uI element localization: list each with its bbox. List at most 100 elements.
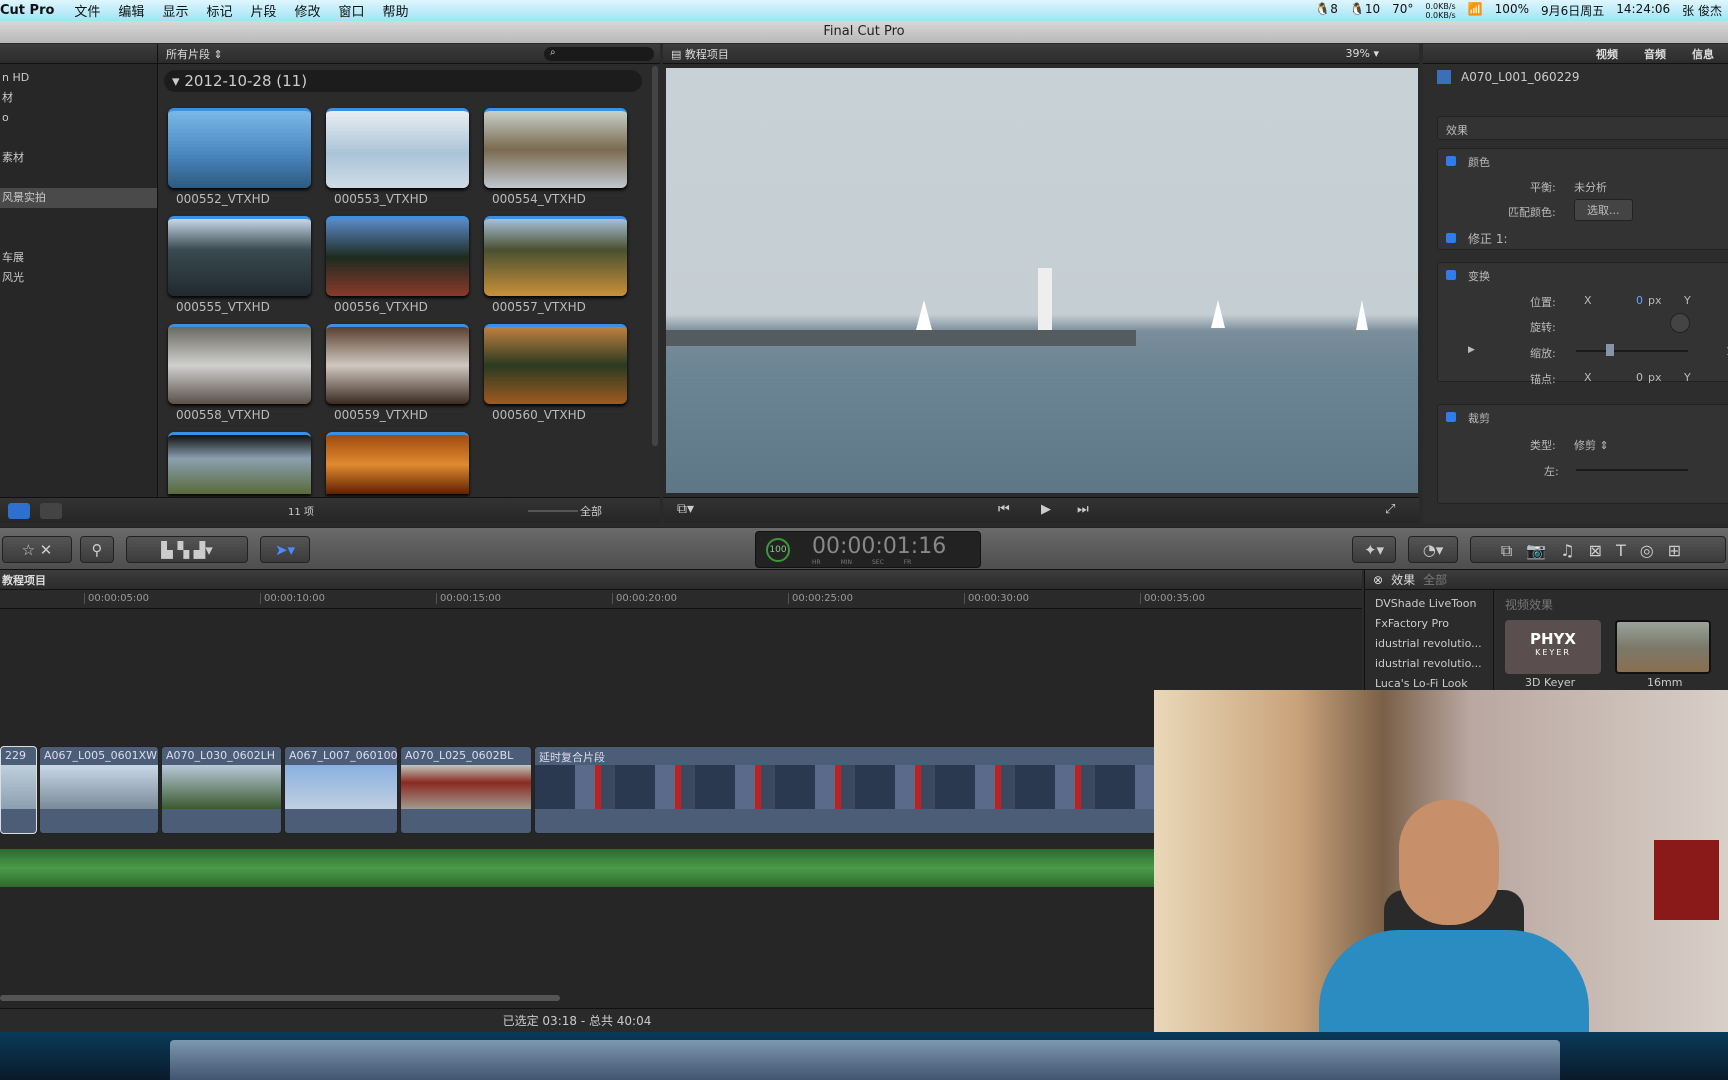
timeline-clip[interactable]: A067_L005_0601XW	[39, 746, 159, 834]
zoom-dropdown[interactable]: 39% ▾	[1346, 47, 1379, 60]
timeline-clip[interactable]: 229	[0, 746, 37, 834]
match-color-label: 匹配颜色:	[1508, 206, 1556, 219]
close-icon[interactable]: ⊗	[1373, 573, 1383, 587]
clip-thumbnail[interactable]	[326, 216, 469, 296]
clip-thumbnail[interactable]	[168, 216, 311, 296]
crop-enable-checkbox[interactable]	[1446, 412, 1456, 422]
event-group-header[interactable]: ▾ 2012-10-28 (11)	[164, 70, 642, 92]
library-item[interactable]	[0, 128, 157, 148]
fullscreen-button[interactable]: ⤢	[1385, 502, 1395, 517]
library-item[interactable]	[0, 228, 157, 248]
menu-edit[interactable]: 编辑	[118, 1, 144, 20]
library-item[interactable]: 素材	[0, 148, 157, 168]
correction-enable-checkbox[interactable]	[1446, 233, 1456, 243]
clip-thumbnail[interactable]	[326, 432, 469, 494]
lighthouse	[1038, 268, 1052, 330]
effect-16mm[interactable]	[1615, 620, 1711, 674]
clip-thumbnail[interactable]	[168, 108, 311, 188]
next-edit-button[interactable]: ⏭	[1077, 502, 1089, 517]
library-item[interactable]: 风光	[0, 268, 157, 288]
clip-thumbnail[interactable]	[168, 432, 311, 494]
effects-category[interactable]: idustrial revolutio...	[1375, 654, 1482, 674]
library-item[interactable]: n HD	[0, 68, 157, 88]
effects-category[interactable]: idustrial revolutio...	[1375, 634, 1482, 654]
crop-transform-button[interactable]: ⧉▾	[677, 501, 694, 517]
edit-buttons[interactable]: ▙ ▚ ▟▾	[126, 536, 248, 563]
menu-help[interactable]: 帮助	[383, 1, 409, 20]
timeline-clip[interactable]: A070_L030_0602LH	[161, 746, 282, 834]
search-input[interactable]: ⌕	[544, 46, 654, 61]
clip-thumbnail[interactable]	[168, 324, 311, 404]
dock[interactable]	[170, 1040, 1560, 1080]
rotation-knob[interactable]	[1670, 313, 1690, 333]
library-item[interactable]: o	[0, 108, 157, 128]
scale-slider[interactable]	[1576, 344, 1688, 356]
tab-info[interactable]: 信息	[1692, 46, 1714, 62]
clip-thumbnail[interactable]	[326, 324, 469, 404]
wifi-icon[interactable]: 📶	[1468, 2, 1483, 20]
retime-button[interactable]: ◔▾	[1408, 536, 1458, 563]
clip-thumbnail[interactable]	[484, 108, 627, 188]
menu-window[interactable]: 窗口	[339, 1, 365, 20]
clip-label: 000554_VTXHD	[492, 192, 586, 206]
zoom-slider[interactable]	[528, 510, 578, 524]
balance-label: 平衡:	[1530, 181, 1556, 194]
library-item[interactable]: 材	[0, 88, 157, 108]
previous-edit-button[interactable]: ⏮	[998, 502, 1010, 517]
clip-thumbnail[interactable]	[484, 324, 627, 404]
video-frame[interactable]	[666, 68, 1418, 493]
favorite-reject-buttons[interactable]: ☆ ✕	[2, 536, 72, 563]
effect-3d-keyer[interactable]: PHYX KEYER	[1505, 620, 1601, 674]
timeline-ruler[interactable]: 00:00:05:00 00:00:10:00 00:00:15:00 00:00:2…	[0, 590, 1362, 609]
menu-modify[interactable]: 修改	[294, 1, 320, 20]
clock[interactable]: 14:24:06	[1616, 2, 1670, 20]
list-view-button[interactable]	[40, 503, 62, 519]
menu-file[interactable]: 文件	[74, 1, 100, 20]
effects-category[interactable]: DVShade LiveToon	[1375, 594, 1482, 614]
keyword-button[interactable]: ⚲	[80, 536, 114, 563]
color-enable-checkbox[interactable]	[1446, 156, 1456, 166]
menu-mark[interactable]: 标记	[206, 1, 232, 20]
timeline-clip[interactable]: A067_L007_060100	[284, 746, 398, 834]
ruler-tick-label: 00:00:15:00	[436, 593, 501, 604]
inspector: 视频 音频 信息 A070_L001_060229 效果 颜色 平衡: 未分析 …	[1423, 44, 1728, 523]
enhancements-button[interactable]: ✦▾	[1352, 536, 1396, 563]
timecode-display[interactable]: 100 00:00:01:16 HR MIN SEC FR	[755, 531, 981, 568]
qq-icon[interactable]: 🐧8	[1315, 2, 1338, 20]
scale-slider-thumb[interactable]	[1606, 344, 1614, 356]
effects-category[interactable]: FxFactory Pro	[1375, 614, 1482, 634]
person-face	[1399, 800, 1499, 925]
effects-all-filter[interactable]: 全部	[1423, 571, 1447, 588]
match-color-choose-button[interactable]: 选取...	[1574, 199, 1633, 221]
clip-thumbnail[interactable]	[484, 216, 627, 296]
library-item[interactable]	[0, 168, 157, 188]
transform-enable-checkbox[interactable]	[1446, 270, 1456, 280]
background-tasks-indicator[interactable]: 100	[766, 538, 790, 562]
media-browser-buttons[interactable]: ⧉📷♫⊠T◎⊞	[1470, 536, 1726, 563]
timeline-clip[interactable]: A070_L025_0602BL	[400, 746, 532, 834]
library-item-selected[interactable]: 风景实拍	[0, 188, 157, 208]
select-tool-button[interactable]: ➤▾	[260, 536, 310, 563]
crop-type-dropdown[interactable]: 修剪 ⇕	[1574, 437, 1609, 453]
timeline-scrollbar[interactable]	[0, 995, 560, 1001]
menu-view[interactable]: 显示	[162, 1, 188, 20]
position-x-value[interactable]: 0	[1636, 294, 1643, 307]
disclosure-triangle-icon[interactable]: ▶	[1468, 345, 1475, 355]
browser-scrollbar[interactable]	[652, 66, 658, 446]
crop-left-slider[interactable]	[1576, 469, 1688, 471]
phyx-logo: PHYX	[1530, 630, 1576, 648]
tab-audio[interactable]: 音频	[1644, 46, 1666, 62]
user-name[interactable]: 张 俊杰	[1682, 2, 1722, 20]
tab-video[interactable]: 视频	[1596, 46, 1618, 62]
clip-thumbnail[interactable]	[326, 108, 469, 188]
qq-icon-2[interactable]: 🐧10	[1350, 2, 1380, 20]
clip-filter-dropdown[interactable]: 所有片段 ⇕	[166, 46, 223, 62]
library-item[interactable]: 车展	[0, 248, 157, 268]
battery[interactable]: 100%	[1495, 2, 1529, 20]
library-item[interactable]	[0, 208, 157, 228]
app-menu[interactable]: Cut Pro	[0, 3, 54, 18]
play-button[interactable]: ▶	[1041, 502, 1051, 517]
menu-clip[interactable]: 片段	[250, 1, 276, 20]
filmstrip-view-button[interactable]	[8, 503, 30, 519]
anchor-x-value[interactable]: 0	[1636, 371, 1643, 384]
